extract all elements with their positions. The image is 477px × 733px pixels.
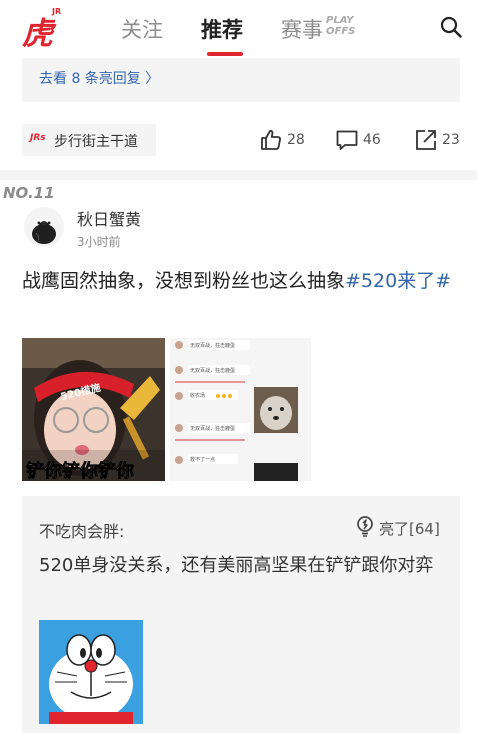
post-body[interactable]: 战鹰固然抽象，没想到粉丝也这么抽象#520来了# xyxy=(22,266,462,296)
post-text: 战鹰固然抽象，没想到粉丝也这么抽象 xyxy=(22,270,346,292)
hot-comment-box[interactable]: 不吃肉会胖: 亮了[64] 520单身没关系，还有美丽高坚果在铲铲跟你对弈 xyxy=(22,496,460,733)
chat-line-5: 救不了一点 xyxy=(190,456,215,463)
chat-screenshot-image: 无双百战，狂击鹿蛋 无双百战，狂击鹿蛋 收农场 无双百战，狂击鹿蛋 救不了一点 xyxy=(170,338,311,481)
share-count: 23 xyxy=(442,132,460,148)
comment-icon xyxy=(336,130,358,150)
tab-events[interactable]: 赛事 xyxy=(281,14,323,44)
meme-girl-image: 520措施 铲你铲你铲你 xyxy=(22,338,165,481)
lightbulb-icon[interactable] xyxy=(354,515,376,537)
chat-line-1: 无双百战，狂击鹿蛋 xyxy=(190,342,235,349)
comment-text: 520单身没关系，还有美丽高坚果在铲铲跟你对弈 xyxy=(39,555,434,576)
top-nav-bar: 虎扑 JR 关注 推荐 赛事 PLAY OFFS xyxy=(0,0,477,97)
avatar[interactable] xyxy=(24,207,64,247)
tab-recommended[interactable]: 推荐 xyxy=(201,14,243,44)
topic-label: 步行街主干道 xyxy=(54,134,138,150)
author-name[interactable]: 秋日蟹黄 xyxy=(77,206,141,230)
more-replies-box[interactable]: 去看 8 条亮回复 〉 xyxy=(22,58,460,102)
comment-count: 46 xyxy=(363,132,381,148)
share-button[interactable]: 23 xyxy=(414,128,474,154)
liked-count[interactable]: 亮了[64] xyxy=(379,518,440,539)
image1-caption: 铲你铲你铲你 xyxy=(26,460,134,481)
hashtag-link[interactable]: #520来了# xyxy=(345,270,451,292)
active-tab-indicator xyxy=(207,52,243,56)
search-icon[interactable] xyxy=(440,16,462,38)
comment-image[interactable] xyxy=(39,620,143,724)
post-image-2[interactable]: 无双百战，狂击鹿蛋 无双百战，狂击鹿蛋 收农场 无双百战，狂击鹿蛋 救不了一点 xyxy=(170,338,311,481)
playoffs-badge: PLAY OFFS xyxy=(326,15,356,37)
doraemon-image xyxy=(39,620,143,724)
post-image-1[interactable]: 520措施 铲你铲你铲你 xyxy=(22,338,165,481)
rank-badge: NO.11 xyxy=(3,184,55,202)
like-button[interactable]: 28 xyxy=(259,128,319,154)
topic-chip[interactable]: JRs 步行街主干道 xyxy=(22,124,156,156)
tab-following[interactable]: 关注 xyxy=(121,14,163,44)
logo-badge: JR xyxy=(52,7,62,16)
trash-bag-avatar-icon xyxy=(32,221,56,244)
comment-button[interactable]: 46 xyxy=(335,128,395,154)
hupu-logo[interactable]: 虎扑 JR xyxy=(22,6,70,97)
like-count: 28 xyxy=(287,132,305,148)
more-replies-link[interactable]: 去看 8 条亮回复 〉 xyxy=(39,68,159,88)
post-divider xyxy=(0,170,477,180)
comment-author[interactable]: 不吃肉会胖: xyxy=(39,518,124,542)
chat-line-2: 无双百战，狂击鹿蛋 xyxy=(190,367,235,374)
topic-logo-icon: JRs xyxy=(30,133,46,143)
thumbs-up-icon xyxy=(261,130,281,150)
chat-line-4: 无双百战，狂击鹿蛋 xyxy=(190,425,235,432)
share-icon xyxy=(416,130,436,150)
post-time: 3小时前 xyxy=(77,235,121,249)
chat-line-3: 收农场 xyxy=(190,392,205,399)
